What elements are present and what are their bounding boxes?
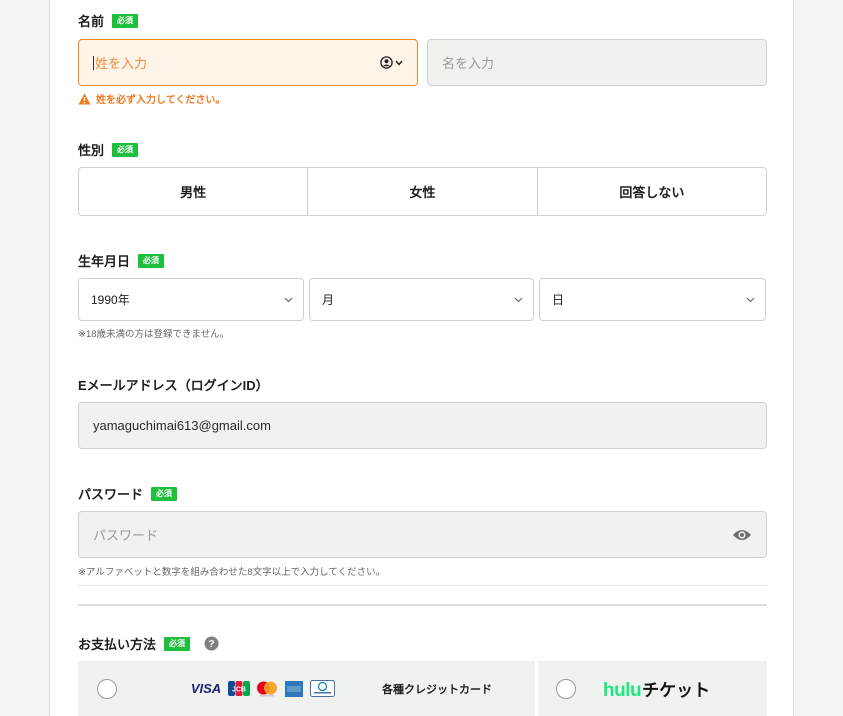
hulu-ticket-radio[interactable] xyxy=(556,678,576,699)
last-name-placeholder-wrap: 姓を入力 xyxy=(93,53,147,72)
birth-month-select[interactable]: 月 xyxy=(309,278,534,321)
eye-icon[interactable] xyxy=(732,528,752,542)
chevron-down-icon xyxy=(395,60,403,66)
mastercard-logo-icon xyxy=(255,681,279,697)
hulu-ticket-logo: hulu チケット xyxy=(603,676,710,702)
payment-label: お支払い方法 xyxy=(78,637,157,652)
gender-option-no-answer[interactable]: 回答しない xyxy=(538,168,766,215)
password-note: ※アルファベットと数字を組み合わせた8文字以上で入力してください。 xyxy=(78,567,386,578)
text-caret xyxy=(93,55,94,70)
diners-club-logo-icon xyxy=(309,680,335,697)
last-name-placeholder: 姓を入力 xyxy=(95,56,148,71)
email-field[interactable]: yamaguchimai613@gmail.com xyxy=(78,402,767,449)
chevron-down-icon xyxy=(746,297,755,302)
gender-label-row: 性別 必須 xyxy=(78,140,139,159)
autofill-contact-icon[interactable] xyxy=(380,56,403,69)
credit-card-radio[interactable] xyxy=(97,678,117,699)
amex-logo-icon xyxy=(284,680,304,697)
divider xyxy=(78,585,767,586)
credit-card-label: 各種クレジットカード xyxy=(382,683,492,696)
birth-day-value: 日 xyxy=(552,293,565,307)
svg-text:?: ? xyxy=(208,638,214,650)
email-value: yamaguchimai613@gmail.com xyxy=(93,418,271,433)
chevron-down-icon xyxy=(514,297,523,302)
first-name-placeholder: 名を入力 xyxy=(442,56,495,71)
required-badge: 必須 xyxy=(112,13,139,28)
required-badge: 必須 xyxy=(112,142,139,157)
help-icon[interactable]: ? xyxy=(204,636,219,651)
warning-icon xyxy=(78,93,91,104)
password-label: パスワード xyxy=(78,487,144,502)
email-label-row: Eメールアドレス（ログインID） xyxy=(78,375,269,394)
password-label-row: パスワード 必須 xyxy=(78,484,178,503)
hulu-logo-text: hulu xyxy=(603,679,642,701)
birthdate-note: ※18歳未満の方は登録できません。 xyxy=(78,329,230,340)
chevron-down-icon xyxy=(284,297,293,302)
name-error: 姓を必ず入力してください。 xyxy=(78,91,225,106)
password-placeholder: パスワード xyxy=(93,528,159,543)
visa-logo-icon: VISA xyxy=(190,681,222,696)
birthdate-label: 生年月日 xyxy=(78,254,131,269)
payment-option-credit-card[interactable]: VISA JCB 各種クレジットカード xyxy=(78,661,535,716)
required-badge: 必須 xyxy=(138,253,165,268)
name-label: 名前 xyxy=(78,14,105,29)
registration-form: 名前 必須 姓を入力 名を入力 姓を必ず入力してください。 性別 必須 男性 女… xyxy=(49,0,794,716)
name-error-text: 姓を必ず入力してください。 xyxy=(96,95,226,106)
gender-option-female[interactable]: 女性 xyxy=(308,168,538,215)
name-label-row: 名前 必須 xyxy=(78,11,139,30)
birth-year-value: 1990年 xyxy=(91,293,130,307)
section-divider xyxy=(78,604,767,606)
gender-label: 性別 xyxy=(78,143,105,158)
email-label: Eメールアドレス（ログインID） xyxy=(78,378,269,393)
jcb-logo-icon: JCB xyxy=(228,681,250,697)
payment-option-hulu-ticket[interactable]: hulu チケット xyxy=(538,661,767,716)
birthdate-label-row: 生年月日 必須 xyxy=(78,251,165,270)
gender-selector: 男性 女性 回答しない xyxy=(78,167,767,216)
birth-month-value: 月 xyxy=(322,293,335,307)
last-name-input[interactable]: 姓を入力 xyxy=(78,39,418,86)
gender-option-male[interactable]: 男性 xyxy=(79,168,309,215)
first-name-input[interactable]: 名を入力 xyxy=(427,39,767,86)
question-icon: ? xyxy=(204,636,219,651)
hulu-ticket-label: チケット xyxy=(642,680,711,700)
required-badge: 必須 xyxy=(164,636,191,651)
birth-year-select[interactable]: 1990年 xyxy=(78,278,304,321)
user-circle-icon xyxy=(380,56,393,69)
svg-text:JCB: JCB xyxy=(232,687,246,694)
card-brand-logos: VISA JCB xyxy=(189,680,340,697)
payment-label-row: お支払い方法 必須 ? xyxy=(78,634,219,653)
password-field[interactable]: パスワード xyxy=(78,511,767,558)
birth-day-select[interactable]: 日 xyxy=(539,278,766,321)
required-badge: 必須 xyxy=(151,486,178,501)
